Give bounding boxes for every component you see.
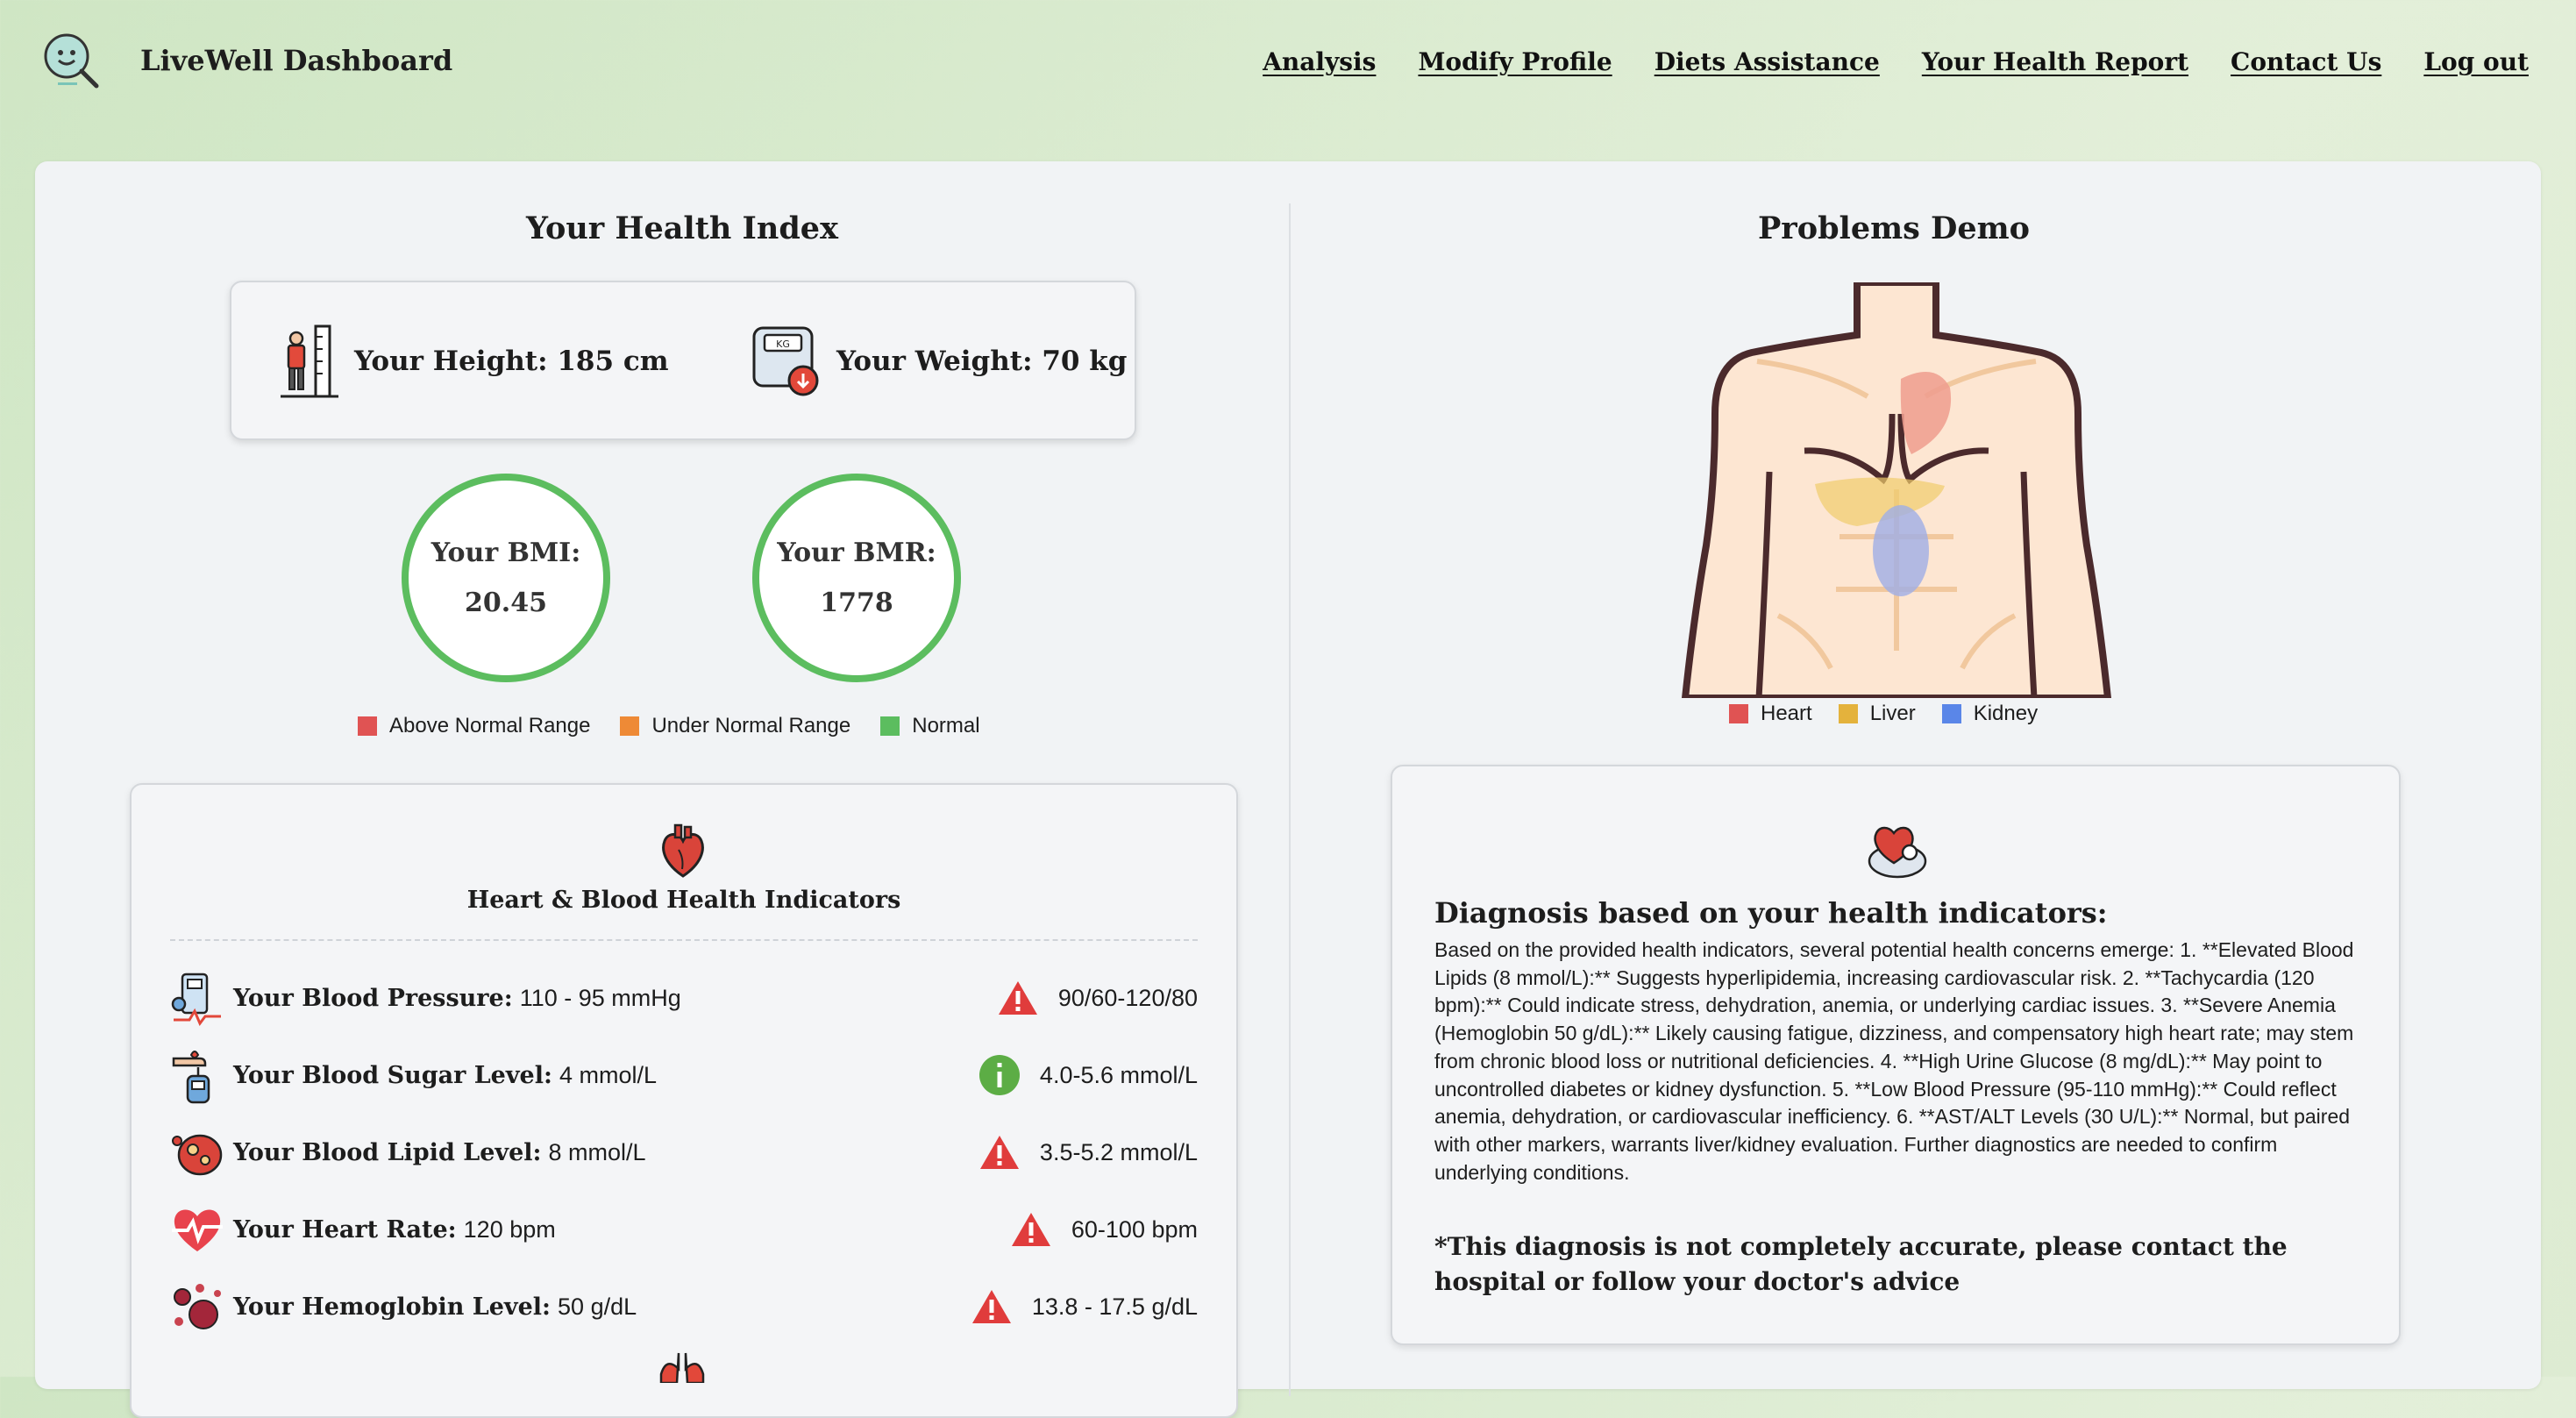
bmi-label: Your BMI: xyxy=(431,538,581,568)
diagnosis-disclaimer: *This diagnosis is not completely accura… xyxy=(1434,1232,2288,1296)
nav-contact-us[interactable]: Contact Us xyxy=(2231,47,2381,76)
bmi-circle: Your BMI: 20.45 xyxy=(402,474,610,682)
bmr-value: 1778 xyxy=(820,588,893,618)
bmr-circle: Your BMR: 1778 xyxy=(752,474,961,682)
indicator-range: 4.0-5.6 mmol/L xyxy=(1039,1061,1198,1088)
indicator-range: 60-100 bpm xyxy=(1071,1215,1198,1243)
legend-swatch xyxy=(1838,704,1858,723)
indicator-value: 8 mmol/L xyxy=(548,1138,646,1165)
legend-above-normal: Above Normal Range xyxy=(358,714,590,738)
warning-icon xyxy=(971,1290,1011,1323)
warning-icon xyxy=(979,1136,1019,1169)
diagnosis-text: Based on the provided health indicators,… xyxy=(1434,938,2354,1184)
legend-normal: Normal xyxy=(880,714,980,738)
bmr-label: Your BMR: xyxy=(777,538,936,568)
legend-label: Kidney xyxy=(1973,702,2039,725)
indicator-row: Your Hemoglobin Level: 50 g/dL 13.8 - 17… xyxy=(170,1276,1198,1337)
lungs-icon xyxy=(659,1352,705,1383)
indicator-range: 13.8 - 17.5 g/dL xyxy=(1031,1293,1198,1320)
indicator-range: 90/60-120/80 xyxy=(1057,984,1198,1011)
indicator-row: Your Heart Rate: 120 bpm 60-100 bpm xyxy=(170,1199,1198,1260)
heart-rate-icon xyxy=(172,1209,223,1251)
legend-label: Above Normal Range xyxy=(389,714,591,738)
legend-swatch xyxy=(1729,704,1748,723)
health-index-title: Your Health Index xyxy=(526,210,838,246)
body-torso-illustration xyxy=(1682,282,2111,698)
legend-liver: Liver xyxy=(1838,702,1916,726)
indicator-row: Your Blood Sugar Level: 4 mmol/L 4.0-5.6… xyxy=(170,1044,1198,1106)
indicator-value: 4 mmol/L xyxy=(559,1061,657,1088)
legend-label: Normal xyxy=(912,714,980,738)
svg-text:KG: KG xyxy=(776,338,790,350)
indicator-range-group: 4.0-5.6 mmol/L xyxy=(978,1054,1198,1096)
heart-organ-icon xyxy=(662,823,704,878)
warning-icon xyxy=(998,981,1037,1015)
range-legend: Above Normal Range Under Normal Range No… xyxy=(358,714,980,738)
indicator-range-group: 13.8 - 17.5 g/dL xyxy=(971,1288,1198,1325)
blood-pressure-icon xyxy=(171,973,221,1026)
indicator-range: 3.5-5.2 mmol/L xyxy=(1039,1138,1198,1165)
warning-icon xyxy=(1011,1213,1050,1246)
legend-under-normal: Under Normal Range xyxy=(620,714,850,738)
problems-demo-title: Problems Demo xyxy=(1757,210,2031,246)
indicator-name: Your Blood Pressure: xyxy=(233,984,513,1012)
heart-blood-indicators-card: Heart & Blood Health Indicators Your Blo… xyxy=(130,783,1238,1418)
weight-item: KG Your Weight: 70 kg xyxy=(751,323,1127,400)
indicator-value: 120 bpm xyxy=(463,1215,556,1243)
nav-analysis[interactable]: Analysis xyxy=(1263,47,1376,76)
indicators-title: Heart & Blood Health Indicators xyxy=(466,887,901,914)
height-measure-icon xyxy=(281,324,338,398)
column-divider xyxy=(1289,203,1291,1396)
top-nav: LiveWell Dashboard Analysis Modify Profi… xyxy=(0,0,2576,132)
diagnosis-title: Diagnosis based on your health indicator… xyxy=(1434,896,2108,930)
indicator-name: Your Hemoglobin Level: xyxy=(233,1293,551,1321)
legend-label: Heart xyxy=(1761,702,1812,725)
brand-title[interactable]: LiveWell Dashboard xyxy=(140,44,452,77)
legend-swatch xyxy=(880,716,900,736)
indicator-name: Your Heart Rate: xyxy=(233,1215,457,1243)
legend-swatch xyxy=(1941,704,1961,723)
diagnosis-card: Diagnosis based on your health indicator… xyxy=(1391,765,2401,1345)
height-text: Your Height: 185 cm xyxy=(354,346,669,377)
info-icon xyxy=(978,1055,1020,1095)
livewell-logo-icon[interactable] xyxy=(39,28,102,91)
indicator-range-group: 90/60-120/80 xyxy=(997,980,1198,1016)
nav-links: Analysis Modify Profile Diets Assistance… xyxy=(1263,47,2529,76)
legend-swatch xyxy=(620,716,640,736)
legend-label: Under Normal Range xyxy=(651,714,851,738)
height-item: Your Height: 185 cm xyxy=(277,323,669,400)
legend-label: Liver xyxy=(1869,702,1916,725)
indicator-value: 50 g/dL xyxy=(558,1293,637,1320)
heart-checkup-icon xyxy=(1868,826,1927,879)
indicator-row: Your Blood Pressure: 110 - 95 mmHg 90/60… xyxy=(170,967,1198,1029)
blood-lipid-icon xyxy=(172,1134,223,1176)
indicator-value: 110 - 95 mmHg xyxy=(519,984,681,1011)
nav-health-report[interactable]: Your Health Report xyxy=(1922,47,2188,76)
nav-diets-assistance[interactable]: Diets Assistance xyxy=(1654,47,1880,76)
dashed-divider xyxy=(170,939,1198,941)
legend-heart: Heart xyxy=(1729,702,1812,726)
legend-swatch xyxy=(358,716,377,736)
blood-sugar-icon xyxy=(172,1051,210,1104)
organ-legend: Heart Liver Kidney xyxy=(1729,702,2038,726)
indicator-row: Your Blood Lipid Level: 8 mmol/L 3.5-5.2… xyxy=(170,1122,1198,1183)
height-weight-card: Your Height: 185 cm KG Your Weight: 70 k… xyxy=(230,281,1136,440)
nav-log-out[interactable]: Log out xyxy=(2423,47,2529,76)
weight-scale-icon: KG xyxy=(752,326,819,396)
nav-modify-profile[interactable]: Modify Profile xyxy=(1418,47,1612,76)
indicator-name: Your Blood Sugar Level: xyxy=(233,1061,552,1089)
indicator-range-group: 3.5-5.2 mmol/L xyxy=(978,1134,1198,1171)
indicator-name: Your Blood Lipid Level: xyxy=(233,1138,542,1166)
bmi-value: 20.45 xyxy=(465,588,547,618)
weight-text: Your Weight: 70 kg xyxy=(836,346,1128,377)
hemoglobin-icon xyxy=(174,1284,221,1329)
legend-kidney: Kidney xyxy=(1941,702,2039,726)
indicator-range-group: 60-100 bpm xyxy=(1010,1211,1198,1248)
